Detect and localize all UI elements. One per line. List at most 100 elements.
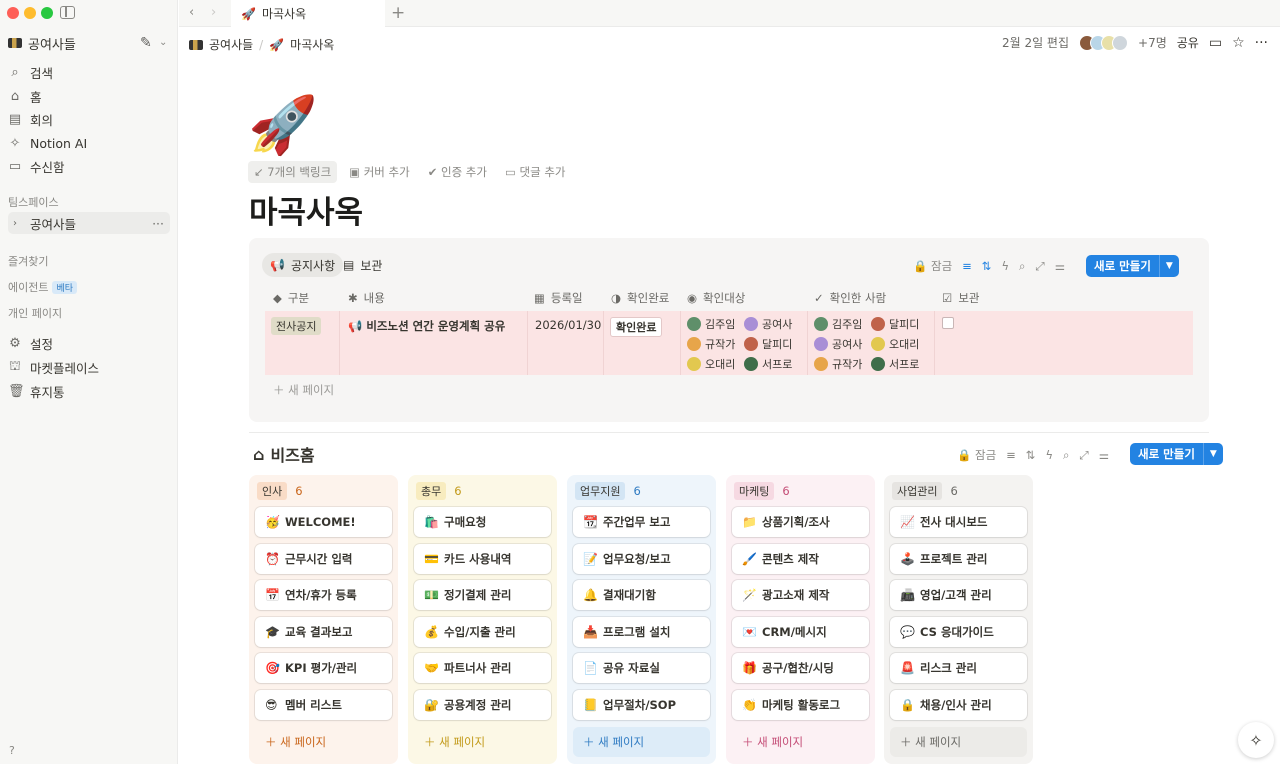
board-new-page-button[interactable]: ＋ 새 페이지	[255, 727, 392, 757]
chevron-down-icon[interactable]: ▼	[1202, 443, 1223, 465]
board-card[interactable]: 💵 정기결제 관리	[414, 580, 551, 611]
column-header-date[interactable]: ▦ 등록일	[534, 290, 583, 306]
comment-icon[interactable]: ▭	[1209, 35, 1222, 51]
chevron-down-icon[interactable]: ⌄	[159, 37, 167, 48]
back-icon[interactable]: ‹	[189, 5, 194, 20]
search-icon[interactable]: ⌕	[1063, 448, 1069, 463]
new-button[interactable]: 새로 만들기 ▼	[1086, 255, 1179, 277]
table-row[interactable]: 전사공지 📢 비즈노션 연간 운영계획 공유 2026/01/30 확인완료 김…	[265, 311, 1193, 375]
board-card[interactable]: 🔒 채용/인사 관리	[890, 690, 1027, 720]
board-card[interactable]: 🚨 리스크 관리	[890, 653, 1027, 684]
forward-icon[interactable]: ›	[211, 5, 216, 20]
private-section-label[interactable]: 개인 페이지	[8, 305, 62, 321]
sidebar-toggle-icon[interactable]	[60, 6, 75, 19]
board-card[interactable]: 🎁 공구/협찬/시딩	[732, 653, 869, 684]
automation-icon[interactable]: ϟ	[1001, 259, 1009, 273]
column-header-category[interactable]: ◆ 구분	[273, 290, 309, 306]
sidebar-item-notion-ai[interactable]: ✧ Notion AI	[8, 132, 170, 154]
agent-section[interactable]: 에이전트 베타	[8, 279, 78, 295]
breadcrumb-workspace[interactable]: 공여사들	[209, 36, 253, 53]
favorites-section-label[interactable]: 즐겨찾기	[8, 253, 48, 269]
board-new-page-button[interactable]: ＋ 새 페이지	[890, 727, 1027, 757]
tab-magok[interactable]: 🚀 마곡사옥	[231, 0, 385, 27]
more-options-icon[interactable]: ···	[152, 216, 164, 231]
board-card[interactable]: 🛍️ 구매요청	[414, 507, 551, 537]
board-card[interactable]: 📆 주간업무 보고	[573, 507, 710, 537]
board-card[interactable]: 🕹️ 프로젝트 관리	[890, 543, 1027, 574]
cell-confirmed[interactable]: 김주임 달피디 공여사 오대리 규작가 서프로	[808, 311, 935, 375]
settings-icon[interactable]: ⚌	[1055, 259, 1065, 273]
minimize-window-button[interactable]	[24, 7, 36, 19]
more-options-icon[interactable]: ···	[1255, 35, 1268, 51]
column-header-targets[interactable]: ◉ 확인대상	[687, 290, 745, 306]
share-button[interactable]: 공유	[1177, 34, 1199, 51]
sidebar-item-search[interactable]: ⌕ 검색	[8, 61, 170, 83]
board-card[interactable]: 🔐 공용계정 관리	[414, 690, 551, 720]
search-icon[interactable]: ⌕	[1019, 259, 1025, 274]
board-card[interactable]: 😎 멤버 리스트	[255, 690, 392, 720]
lock-button[interactable]: 🔒 잠금	[913, 258, 952, 274]
board-new-page-button[interactable]: ＋ 새 페이지	[573, 727, 710, 757]
board-card[interactable]: 📠 영업/고객 관리	[890, 580, 1027, 611]
breadcrumb-page[interactable]: 마곡사옥	[290, 36, 334, 53]
board-card[interactable]: 🔔 결재대기함	[573, 580, 710, 611]
teamspace-section-label[interactable]: 팀스페이스	[8, 194, 59, 210]
cell-date[interactable]: 2026/01/30	[528, 311, 604, 375]
board-column-header[interactable]: 인사 6	[257, 482, 303, 500]
sort-icon[interactable]: ⇅	[1026, 448, 1036, 462]
board-card[interactable]: 🎓 교육 결과보고	[255, 616, 392, 647]
cell-archive[interactable]	[935, 311, 1193, 375]
board-card[interactable]: 👏 마케팅 활동로그	[732, 690, 869, 720]
new-tab-icon[interactable]: +	[391, 3, 405, 23]
new-page-icon[interactable]: ✎	[140, 35, 152, 51]
cell-targets[interactable]: 김주임 공여사 규작가 달피디 오대리 서프로	[681, 311, 808, 375]
collaborator-avatars[interactable]	[1079, 34, 1129, 51]
notion-ai-assistant-icon[interactable]: ✧	[1238, 722, 1274, 758]
sidebar-item-meeting[interactable]: ▤ 회의	[8, 108, 170, 130]
board-card[interactable]: ⏰ 근무시간 입력	[255, 543, 392, 574]
board-card[interactable]: 🪄 광고소재 제작	[732, 580, 869, 611]
view-tab-archive[interactable]: ▤ 보관	[335, 253, 390, 277]
view-tab-notice[interactable]: 📢 공지사항	[262, 253, 344, 277]
board-card[interactable]: 🖌️ 콘텐츠 제작	[732, 543, 869, 574]
board-card[interactable]: 💳 카드 사용내역	[414, 543, 551, 574]
column-header-status[interactable]: ◑ 확인완료	[611, 290, 669, 306]
backlinks-button[interactable]: ↙ 7개의 백링크	[248, 161, 338, 183]
lock-button[interactable]: 🔒 잠금	[957, 447, 996, 463]
column-header-archive[interactable]: ☑ 보관	[942, 290, 979, 306]
board-card[interactable]: 🥳 WELCOME!	[255, 507, 392, 537]
board-new-button[interactable]: 새로 만들기 ▼	[1130, 443, 1223, 465]
automation-icon[interactable]: ϟ	[1045, 448, 1053, 462]
page-title[interactable]: 마곡사옥	[249, 187, 363, 232]
board-column-header[interactable]: 사업관리 6	[892, 482, 958, 500]
last-edited[interactable]: 2월 2일 편집	[1002, 34, 1069, 51]
chevron-down-icon[interactable]: ▼	[1158, 255, 1179, 277]
board-column-header[interactable]: 마케팅 6	[734, 482, 790, 500]
add-verification-button[interactable]: ✔ 인증 추가	[422, 161, 493, 183]
board-column-header[interactable]: 업무지원 6	[575, 482, 641, 500]
board-card[interactable]: 📈 전사 대시보드	[890, 507, 1027, 537]
sidebar-item-trash[interactable]: 🗑 휴지통	[8, 380, 170, 402]
board-new-page-button[interactable]: ＋ 새 페이지	[732, 727, 869, 757]
column-header-content[interactable]: ✱ 내용	[348, 290, 385, 306]
sidebar-item-home[interactable]: ⌂ 홈	[8, 85, 170, 107]
board-new-page-button[interactable]: ＋ 새 페이지	[414, 727, 551, 757]
page-icon-rocket[interactable]: 🚀	[248, 96, 318, 156]
close-window-button[interactable]	[7, 7, 19, 19]
expand-icon[interactable]: ⤢	[1035, 259, 1044, 274]
new-page-button[interactable]: ＋ 새 페이지	[273, 382, 334, 398]
column-header-confirmed[interactable]: ✓ 확인한 사람	[814, 290, 886, 306]
archive-checkbox[interactable]	[942, 317, 954, 329]
settings-icon[interactable]: ⚌	[1099, 448, 1109, 462]
filter-icon[interactable]: ≡	[962, 259, 972, 273]
board-card[interactable]: 🎯 KPI 평가/관리	[255, 653, 392, 684]
more-people-count[interactable]: +7명	[1138, 34, 1167, 51]
board-card[interactable]: 📄 공유 자료실	[573, 653, 710, 684]
help-icon[interactable]: ?	[9, 744, 15, 757]
sidebar-item-teamspace[interactable]: › 공여사들 ···	[8, 212, 170, 234]
maximize-window-button[interactable]	[41, 7, 53, 19]
filter-icon[interactable]: ≡	[1006, 448, 1016, 462]
add-cover-button[interactable]: ▣ 커버 추가	[343, 161, 416, 183]
board-card[interactable]: 💌 CRM/메시지	[732, 616, 869, 647]
sidebar-item-inbox[interactable]: ▭ 수신함	[8, 155, 170, 177]
